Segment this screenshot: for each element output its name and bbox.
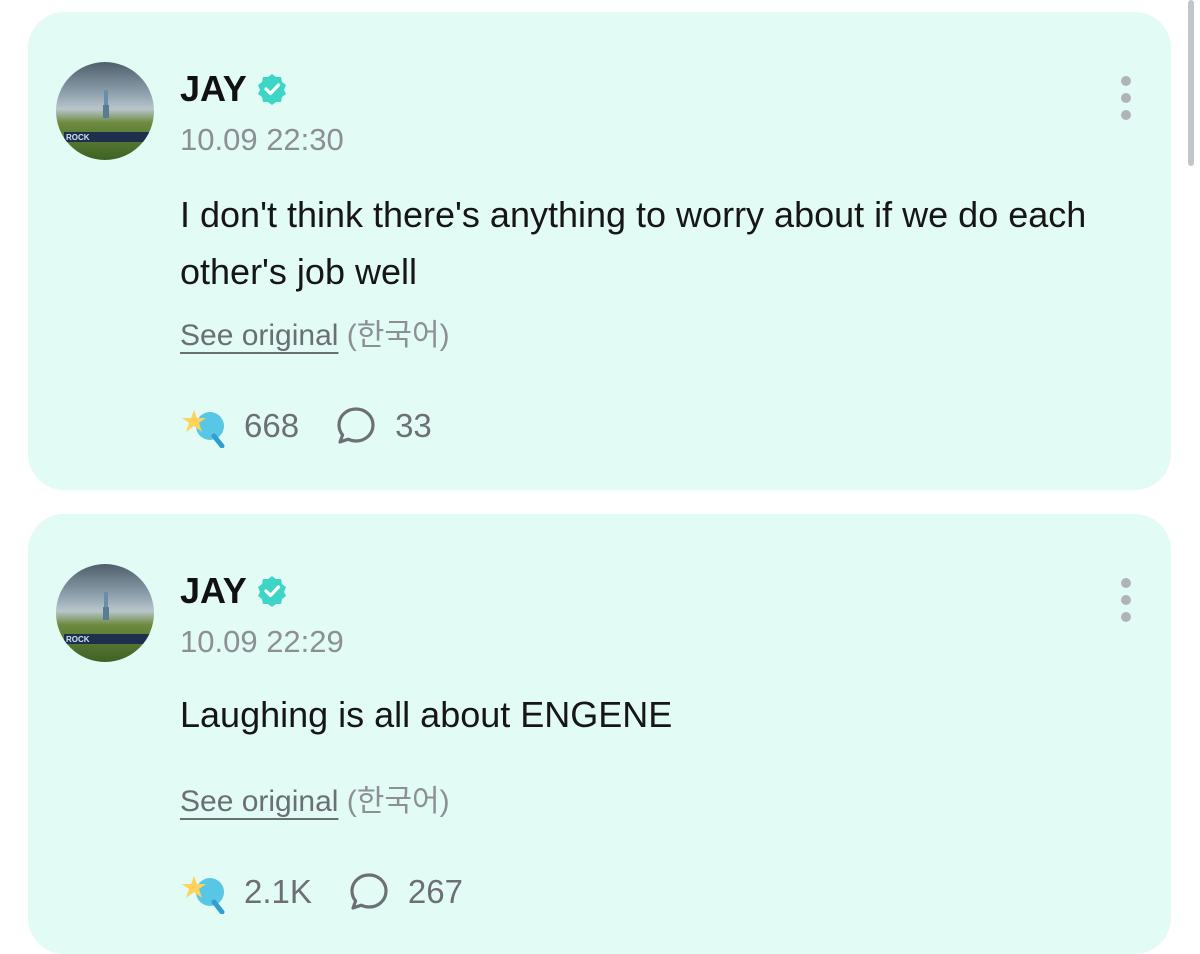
comment-button[interactable]: 33 — [335, 405, 432, 447]
see-original-row: See original (한국어) — [180, 776, 450, 820]
comment-count: 33 — [395, 407, 432, 444]
post-timestamp: 10.09 22:30 — [180, 122, 344, 157]
author-name-text[interactable]: JAY — [180, 68, 247, 110]
like-button[interactable]: 2.1K — [180, 870, 312, 914]
original-language: (한국어) — [346, 785, 450, 818]
see-original-link[interactable]: See original — [180, 785, 338, 818]
author-name-text[interactable]: JAY — [180, 570, 247, 612]
svg-text:ROCK: ROCK — [66, 133, 90, 142]
author-name[interactable]: JAY — [180, 68, 289, 110]
svg-text:ROCK: ROCK — [66, 635, 90, 644]
comment-button[interactable]: 267 — [348, 871, 463, 913]
like-count: 668 — [244, 407, 300, 444]
post-card[interactable]: ROCK JAY 10.09 22:30 I don't think there… — [28, 12, 1171, 490]
verified-badge-icon — [257, 74, 286, 105]
weverse-like-icon — [182, 876, 225, 914]
post-text: Laughing is all about ENGENE — [180, 694, 673, 735]
verified-badge-icon — [257, 576, 286, 607]
weverse-like-icon — [182, 410, 225, 448]
original-language: (한국어) — [346, 319, 450, 352]
post-timestamp: 10.09 22:29 — [180, 624, 344, 659]
post-text: I don't think there's anything to worry … — [180, 194, 1087, 292]
post-card[interactable]: ROCK JAY 10.09 22:29 Laughing is all abo… — [28, 514, 1171, 954]
see-original-row: See original (한국어) — [180, 310, 450, 354]
comment-bubble-icon — [337, 407, 375, 444]
avatar[interactable]: ROCK — [56, 564, 154, 662]
more-vertical-icon[interactable] — [1119, 76, 1133, 120]
author-name[interactable]: JAY — [180, 570, 289, 612]
post-stats: 2.1K 267 — [180, 870, 463, 914]
like-count: 2.1K — [244, 873, 312, 910]
post-stats: 668 33 — [180, 404, 432, 448]
scrollbar[interactable] — [1188, 0, 1194, 166]
more-vertical-icon[interactable] — [1119, 578, 1133, 622]
comment-bubble-icon — [350, 873, 388, 910]
avatar[interactable]: ROCK — [56, 62, 154, 160]
comment-count: 267 — [407, 873, 463, 910]
like-button[interactable]: 668 — [180, 404, 299, 448]
see-original-link[interactable]: See original — [180, 319, 338, 352]
